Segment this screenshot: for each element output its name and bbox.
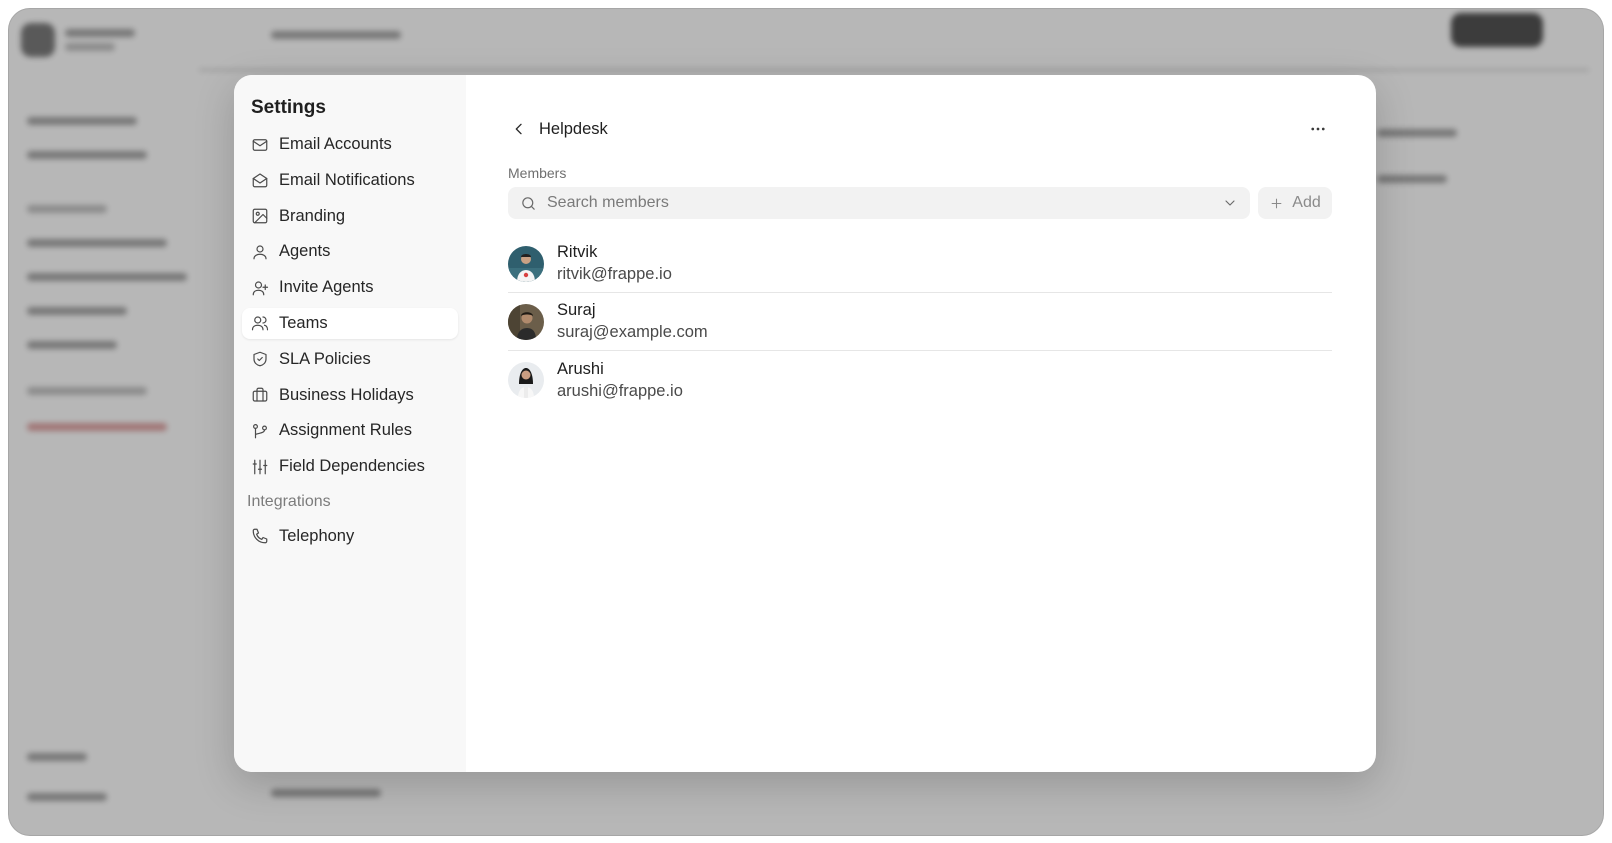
sidebar-item-assignment-rules[interactable]: Assignment Rules (242, 415, 458, 446)
member-list: Ritvik ritvik@frappe.io Suraj suraj@exam… (508, 235, 1332, 409)
team-header: Helpdesk (508, 115, 1332, 143)
member-email: ritvik@frappe.io (557, 265, 672, 283)
team-detail-panel: Helpdesk Members Add (466, 75, 1376, 772)
avatar (508, 362, 544, 398)
git-branch-icon (251, 422, 269, 440)
sidebar-item-agents[interactable]: Agents (242, 236, 458, 267)
member-row[interactable]: Arushi arushi@frappe.io (508, 351, 1332, 409)
search-members-input[interactable] (547, 194, 1222, 212)
sidebar-item-email-notifications[interactable]: Email Notifications (242, 165, 458, 196)
settings-modal: Settings Email Accounts Email Notificati… (234, 75, 1376, 772)
sidebar-item-telephony[interactable]: Telephony (242, 521, 458, 552)
sidebar-item-label: Teams (279, 313, 328, 332)
chevron-down-icon[interactable] (1222, 195, 1238, 211)
sidebar-item-label: Assignment Rules (279, 421, 412, 440)
sidebar-item-label: Email Accounts (279, 135, 392, 153)
user-icon (251, 243, 269, 261)
team-title: Helpdesk (539, 119, 608, 138)
sidebar-item-sla-policies[interactable]: SLA Policies (242, 344, 458, 375)
member-search-combobox[interactable] (508, 187, 1250, 219)
integrations-section-label: Integrations (247, 492, 331, 510)
sidebar-item-label: Telephony (279, 526, 355, 545)
sidebar-item-teams[interactable]: Teams (242, 307, 458, 339)
member-row[interactable]: Suraj suraj@example.com (508, 293, 1332, 351)
mail-open-icon (251, 171, 269, 189)
member-email: suraj@example.com (557, 323, 708, 341)
sidebar-item-label: Email Notifications (279, 170, 415, 189)
sidebar-item-label: Field Dependencies (279, 457, 425, 476)
member-name: Ritvik (557, 243, 598, 261)
shield-check-icon (251, 350, 269, 368)
member-email: arushi@frappe.io (557, 381, 683, 400)
briefcase-icon (251, 386, 269, 404)
sidebar-item-label: Invite Agents (279, 278, 374, 297)
sidebar-item-label: Branding (279, 206, 346, 225)
mail-icon (251, 136, 269, 154)
member-search-row: Add (508, 187, 1332, 219)
avatar (508, 245, 544, 282)
sidebar-item-business-holidays[interactable]: Business Holidays (242, 380, 458, 411)
back-button[interactable] (508, 118, 530, 140)
more-options-button[interactable] (1304, 115, 1332, 143)
sidebar-item-branding[interactable]: Branding (242, 201, 458, 232)
member-name: Arushi (557, 359, 604, 378)
sidebar-item-email-accounts[interactable]: Email Accounts (242, 129, 458, 160)
phone-icon (251, 527, 269, 545)
add-button-label: Add (1292, 194, 1321, 211)
settings-sidebar: Settings Email Accounts Email Notificati… (234, 75, 466, 772)
more-horizontal-icon (1311, 127, 1325, 131)
plus-icon (1271, 198, 1282, 208)
avatar (508, 303, 544, 340)
users-icon (251, 314, 269, 332)
user-plus-icon (251, 279, 269, 297)
members-label: Members (508, 165, 567, 181)
image-icon (251, 207, 269, 225)
sidebar-item-label: SLA Policies (279, 349, 371, 368)
chevron-left-icon (515, 123, 522, 135)
settings-title: Settings (251, 97, 326, 118)
sidebar-item-label: Business Holidays (279, 385, 414, 404)
add-member-button[interactable]: Add (1258, 187, 1332, 219)
sidebar-item-field-dependencies[interactable]: Field Dependencies (242, 451, 458, 482)
sidebar-item-invite-agents[interactable]: Invite Agents (242, 272, 458, 303)
member-name: Suraj (557, 301, 596, 319)
sliders-icon (251, 458, 269, 476)
member-row[interactable]: Ritvik ritvik@frappe.io (508, 235, 1332, 293)
search-icon (522, 196, 535, 210)
sidebar-item-label: Agents (279, 242, 331, 261)
